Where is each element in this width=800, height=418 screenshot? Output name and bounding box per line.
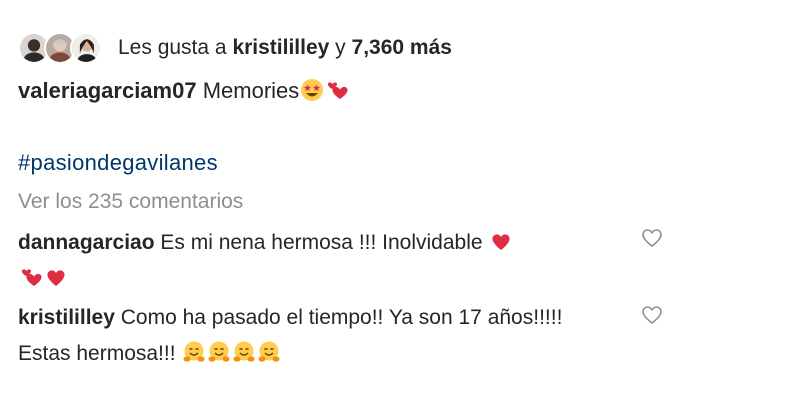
- likes-text: Les gusta a kristililley y 7,360 más: [118, 36, 452, 60]
- likes-prefix: Les gusta a: [118, 36, 227, 59]
- liker-avatars[interactable]: [18, 30, 110, 66]
- post-caption: valeriagarciam07 Memories: [18, 78, 349, 104]
- hugging-face-emoji: [208, 341, 230, 362]
- star-struck-emoji: [301, 79, 324, 101]
- heart-outline-icon: [642, 306, 662, 325]
- red-heart-emoji: [47, 270, 65, 286]
- heart-outline-icon: [642, 229, 662, 248]
- comment-item: dannagarciao Es mi nena hermosa !!! Inol…: [18, 225, 618, 297]
- caption-username-link[interactable]: valeriagarciam07: [18, 78, 197, 103]
- like-comment-button[interactable]: [640, 226, 664, 250]
- hugging-face-emoji: [183, 341, 205, 362]
- hugging-face-emoji: [258, 341, 280, 362]
- comment-text: Es mi nena hermosa !!! Inolvidable: [160, 231, 483, 254]
- comment-username-link[interactable]: dannagarciao: [18, 231, 155, 254]
- hugging-face-emoji: [233, 341, 255, 362]
- caption-text: Memories: [202, 78, 300, 103]
- comment-username-link[interactable]: kristililley: [18, 306, 115, 329]
- two-hearts-emoji: [328, 82, 348, 99]
- likes-connector: y: [335, 36, 346, 59]
- likes-count-link[interactable]: 7,360 más: [352, 36, 452, 59]
- comment-item: kristililley Como ha pasado el tiempo!! …: [18, 300, 618, 372]
- like-comment-button[interactable]: [640, 303, 664, 327]
- red-heart-emoji: [492, 234, 510, 250]
- two-hearts-emoji: [21, 269, 42, 286]
- view-all-comments-link[interactable]: Ver los 235 comentarios: [18, 190, 243, 214]
- likes-summary[interactable]: Les gusta a kristililley y 7,360 más: [18, 30, 452, 66]
- liker-username-link[interactable]: kristililley: [232, 36, 329, 59]
- avatar[interactable]: [70, 32, 102, 64]
- hashtag-link[interactable]: #pasiondegavilanes: [18, 150, 218, 176]
